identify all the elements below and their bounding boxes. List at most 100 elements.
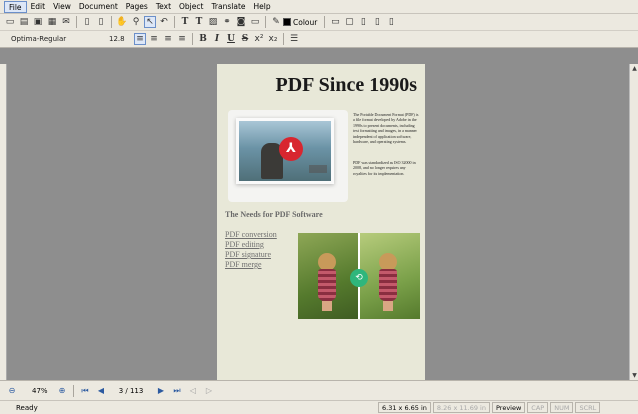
hero-image: ⅄: [228, 110, 348, 202]
last-page-icon[interactable]: ⏭: [171, 385, 183, 397]
bold-icon[interactable]: B: [197, 33, 209, 45]
separator: [324, 16, 326, 28]
separator: [283, 33, 284, 45]
select-icon[interactable]: ↖: [144, 16, 156, 28]
justify-icon[interactable]: ≡: [176, 33, 188, 45]
menu-file[interactable]: File: [4, 0, 27, 13]
copy-page-icon[interactable]: ▯: [95, 16, 107, 28]
page-field[interactable]: 3 / 113: [111, 385, 151, 397]
document-page[interactable]: PDF Since 1990s ⅄ The Portable Document …: [217, 64, 425, 380]
strikethrough-icon[interactable]: S: [239, 33, 251, 45]
next-page-icon[interactable]: ▶: [155, 385, 167, 397]
font-select[interactable]: Optima-Regular: [3, 33, 97, 45]
hand-icon[interactable]: ✋: [116, 16, 128, 28]
page-icon[interactable]: ▯: [81, 16, 93, 28]
vertical-scrollbar[interactable]: ▲ ▼: [629, 64, 638, 380]
attach-icon[interactable]: ▯: [357, 16, 369, 28]
compare-badge-icon: ⟲: [350, 269, 368, 287]
eyedropper-icon[interactable]: ✎: [270, 16, 282, 28]
menu-edit[interactable]: Edit: [27, 1, 50, 13]
menu-pages[interactable]: Pages: [122, 1, 152, 13]
link-pdf-conversion[interactable]: PDF conversion: [225, 230, 277, 240]
navigation-bar: ⊖ 47% ⊕ ⏮ ◀ 3 / 113 ▶ ⏭ ◁ ▷: [0, 380, 638, 400]
underline-icon[interactable]: U: [225, 33, 237, 45]
link-pdf-merge[interactable]: PDF merge: [225, 260, 277, 270]
standard-paragraph: PDF was standardized as ISO 32000 in 200…: [353, 160, 416, 176]
align-center-icon[interactable]: ≡: [148, 33, 160, 45]
menu-translate[interactable]: Translate: [207, 1, 249, 13]
forward-icon[interactable]: ▷: [203, 385, 215, 397]
photo-strip: [309, 165, 327, 173]
zoom-icon[interactable]: ⚲: [130, 16, 142, 28]
menu-help[interactable]: Help: [250, 1, 275, 13]
colour-swatch[interactable]: [283, 18, 291, 26]
scroll-down-icon[interactable]: ▼: [630, 371, 638, 380]
font-size-select[interactable]: 12.8: [97, 33, 133, 45]
subscript-icon[interactable]: x₂: [267, 33, 279, 45]
link-pdf-editing[interactable]: PDF editing: [225, 240, 277, 250]
document-workspace[interactable]: ▲ ▼ PDF Since 1990s ⅄ The Portable Docum…: [0, 48, 638, 380]
camera-icon[interactable]: ◙: [235, 16, 247, 28]
zoom-out-icon[interactable]: ⊖: [6, 385, 18, 397]
fill-icon[interactable]: ▭: [249, 16, 261, 28]
separator: [265, 16, 266, 28]
italic-icon[interactable]: I: [211, 33, 223, 45]
pdf-logo-icon: ⅄: [279, 137, 303, 161]
new-icon[interactable]: ▭: [4, 16, 16, 28]
export-icon[interactable]: ▯: [371, 16, 383, 28]
section-title: The Needs for PDF Software: [225, 210, 323, 219]
list-icon[interactable]: ☰: [288, 33, 300, 45]
status-bar: Ready 6.31 x 6.65 in 8.26 x 11.69 in Pre…: [0, 400, 638, 414]
separator: [174, 16, 175, 28]
text-box-icon[interactable]: T: [193, 16, 205, 28]
print-icon[interactable]: ▦: [46, 16, 58, 28]
save-icon[interactable]: ▣: [32, 16, 44, 28]
intro-paragraph: The Portable Document Format (PDF) is a …: [353, 112, 419, 145]
prev-page-icon[interactable]: ◀: [95, 385, 107, 397]
vertical-ruler: [0, 64, 7, 380]
link-icon[interactable]: ⚭: [221, 16, 233, 28]
image-icon[interactable]: ▨: [207, 16, 219, 28]
format-toolbar: Optima-Regular 12.8 ≡ ≡ ≡ ≡ B I U S x² x…: [0, 31, 638, 48]
page-title: PDF Since 1990s: [275, 74, 417, 96]
mode-indicator: Preview: [491, 402, 526, 413]
comparison-image: ⟲: [298, 233, 420, 319]
separator: [192, 33, 193, 45]
girl-figure: [318, 253, 336, 311]
main-toolbar: ▭ ▤ ▣ ▦ ✉ ▯ ▯ ✋ ⚲ ↖ ↶ T T ▨ ⚭ ◙ ▭ ✎ Colo…: [0, 14, 638, 31]
cursor-size: 8.26 x 11.69 in: [432, 402, 490, 413]
separator: [111, 16, 112, 28]
comment-icon[interactable]: ▭: [329, 16, 341, 28]
settings-icon[interactable]: ▯: [385, 16, 397, 28]
separator: [73, 384, 74, 397]
separator: [76, 16, 77, 28]
menu-document[interactable]: Document: [75, 1, 122, 13]
align-right-icon[interactable]: ≡: [162, 33, 174, 45]
menu-bar: File Edit View Document Pages Text Objec…: [0, 0, 638, 14]
back-icon[interactable]: ◁: [187, 385, 199, 397]
zoom-field[interactable]: 47%: [22, 385, 52, 397]
menu-text[interactable]: Text: [152, 1, 175, 13]
undo-icon[interactable]: ↶: [158, 16, 170, 28]
email-icon[interactable]: ✉: [60, 16, 72, 28]
text-tool-icon[interactable]: T: [179, 16, 191, 28]
colour-label[interactable]: Colour: [293, 18, 317, 27]
menu-view[interactable]: View: [49, 1, 75, 13]
zoom-in-icon[interactable]: ⊕: [56, 385, 68, 397]
scrl-indicator: SCRL: [575, 402, 601, 413]
feature-links: PDF conversion PDF editing PDF signature…: [225, 230, 277, 270]
link-pdf-signature[interactable]: PDF signature: [225, 250, 277, 260]
after-photo: [359, 233, 420, 319]
superscript-icon[interactable]: x²: [253, 33, 265, 45]
cap-indicator: CAP: [527, 402, 549, 413]
page-size: 6.31 x 6.65 in: [378, 402, 431, 413]
align-left-icon[interactable]: ≡: [134, 33, 146, 45]
scroll-up-icon[interactable]: ▲: [630, 64, 638, 73]
open-icon[interactable]: ▤: [18, 16, 30, 28]
menu-object[interactable]: Object: [175, 1, 207, 13]
num-indicator: NUM: [550, 402, 574, 413]
status-text: Ready: [16, 403, 38, 412]
stamp-icon[interactable]: ▢: [343, 16, 355, 28]
first-page-icon[interactable]: ⏮: [79, 385, 91, 397]
hero-photo: ⅄: [236, 118, 334, 184]
